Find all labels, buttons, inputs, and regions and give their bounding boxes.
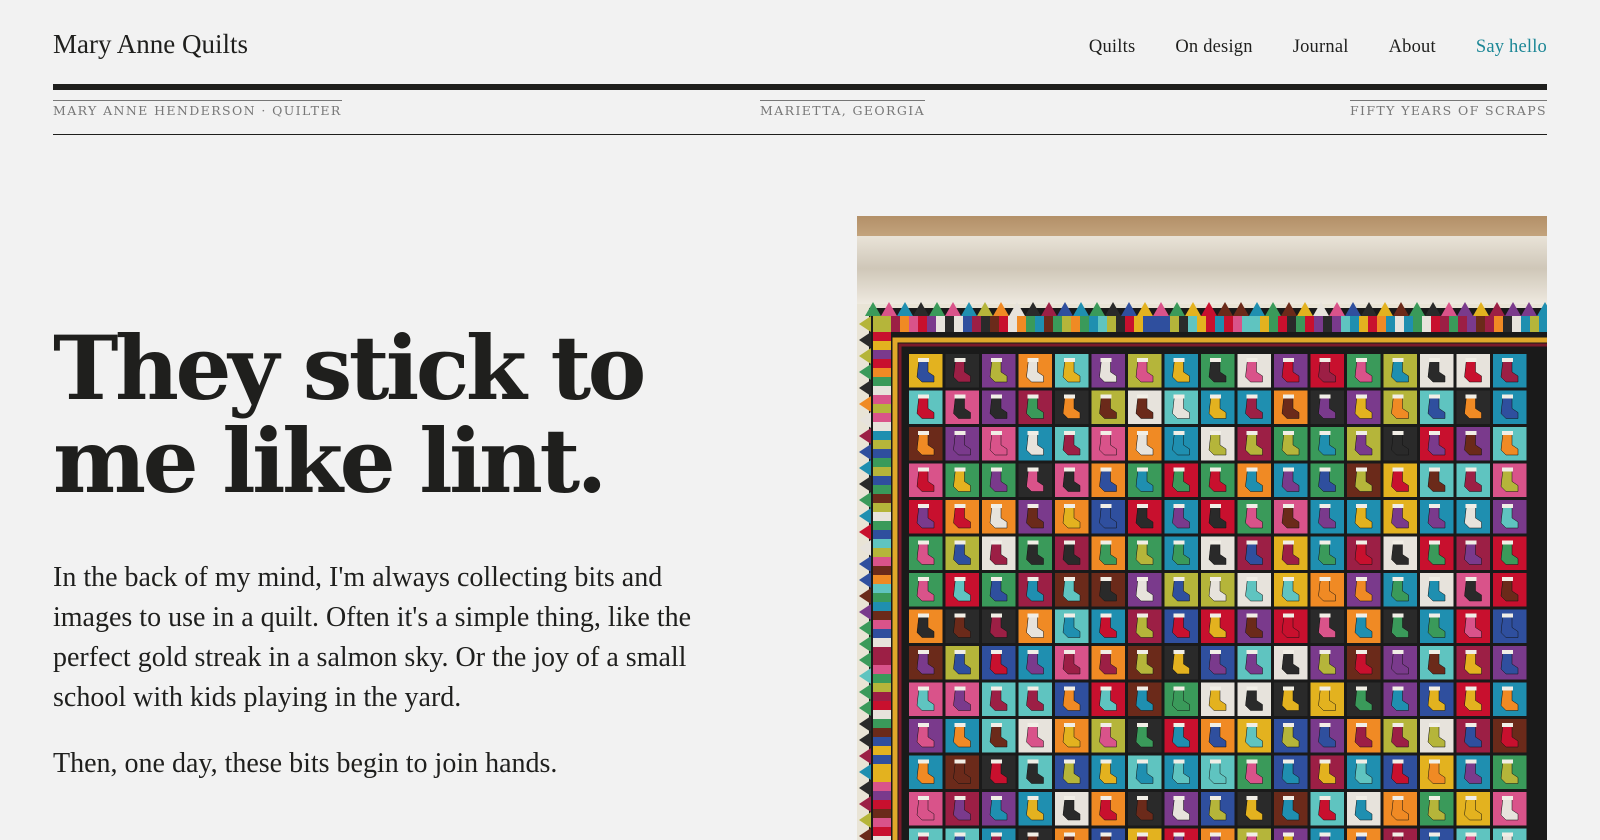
nav-quilts[interactable]: Quilts	[1089, 37, 1135, 58]
headline-line-1: They stick to	[53, 316, 646, 420]
meta-location: MARIETTA, GEORGIA	[760, 100, 926, 118]
quilt-image	[857, 216, 1547, 840]
main-nav: Quilts On design Journal About Say hello	[1089, 37, 1547, 58]
nav-on-design[interactable]: On design	[1175, 37, 1252, 58]
hero-text: They stick to me like lint. In the back …	[53, 322, 753, 784]
meta-tagline: FIFTY YEARS OF SCRAPS	[1349, 100, 1547, 118]
headline-line-2: me like lint.	[53, 409, 607, 513]
nav-say-hello[interactable]: Say hello	[1476, 37, 1547, 58]
quilt-photo	[857, 216, 1547, 840]
hero-headline: They stick to me like lint.	[53, 322, 753, 508]
crown-molding	[857, 236, 1547, 308]
hero-paragraph: In the back of my mind, I'm always colle…	[53, 562, 692, 713]
brand-logo-link[interactable]: Mary Anne Quilts	[53, 29, 248, 60]
quilt	[859, 302, 1547, 840]
hero-paragraph-2: Then, one day, these bits begin to join …	[53, 748, 558, 779]
nav-about[interactable]: About	[1389, 37, 1436, 58]
meta-quilter-name: MARY ANNE HENDERSON · QUILTER	[53, 100, 342, 118]
site-header: Mary Anne Quilts Quilts On design Journa…	[53, 0, 1547, 84]
nav-journal[interactable]: Journal	[1293, 37, 1349, 58]
meta-strip: MARY ANNE HENDERSON · QUILTER MARIETTA, …	[53, 90, 1547, 135]
